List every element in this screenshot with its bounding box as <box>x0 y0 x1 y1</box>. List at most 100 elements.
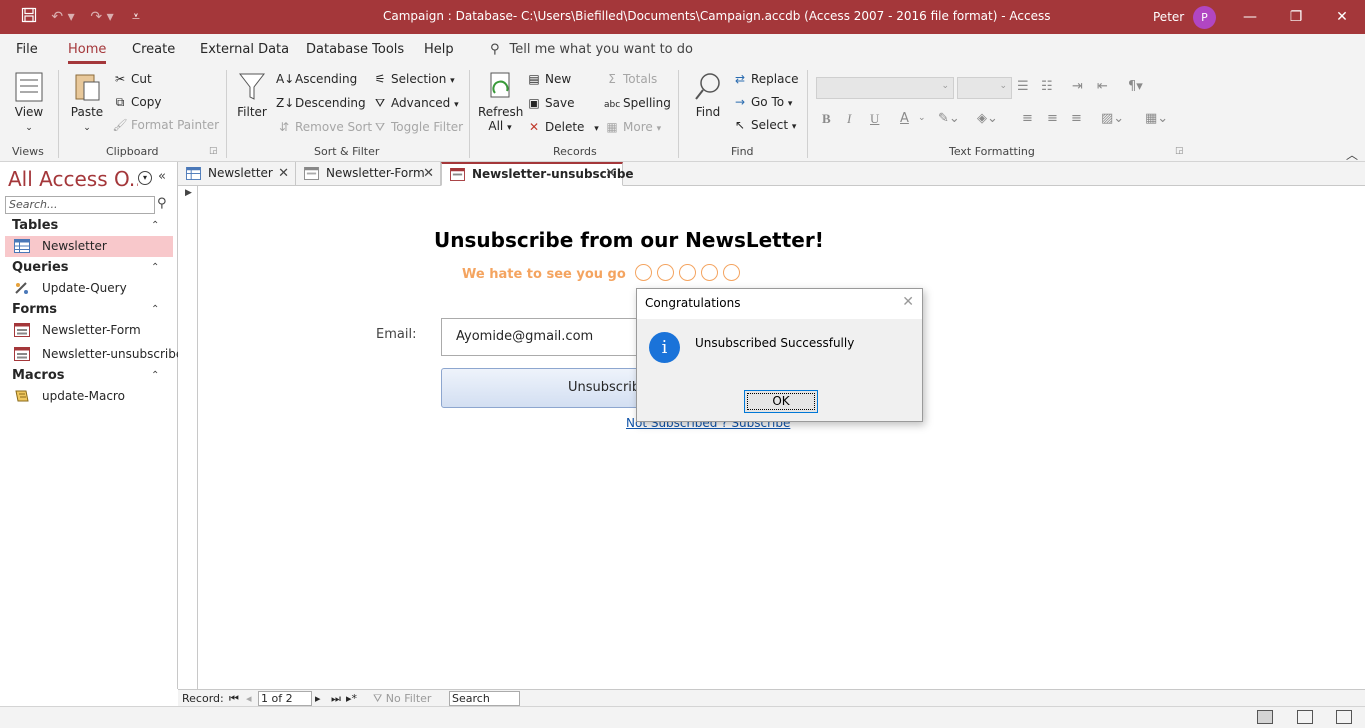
descending-button[interactable]: Z↓Descending <box>276 96 366 110</box>
redo-icon[interactable]: ↷ ▾ <box>86 7 118 27</box>
user-name[interactable]: Peter <box>1153 10 1184 24</box>
minimize-icon[interactable]: — <box>1227 0 1273 34</box>
nav-group-tables[interactable]: Tables <box>12 218 58 233</box>
nav-group-queries[interactable]: Queries <box>12 260 69 275</box>
layout-view-icon[interactable] <box>1297 710 1313 724</box>
paragraph-direction-icon[interactable]: ¶▾ <box>1128 79 1143 94</box>
font-size-combo[interactable]: ⌄ <box>957 77 1012 99</box>
new-record-icon[interactable]: ▸* <box>346 692 357 705</box>
nav-item-update-query[interactable]: Update-Query <box>5 278 173 299</box>
save-record-button[interactable]: ▣ Save <box>526 96 574 110</box>
bold-icon[interactable]: B <box>822 111 831 127</box>
alternate-row-color-icon[interactable]: ▨⌄ <box>1101 111 1124 126</box>
design-view-icon[interactable] <box>1336 710 1352 724</box>
doc-tab-newsletter[interactable]: Newsletter ✕ <box>178 162 296 186</box>
nav-group-macros[interactable]: Macros <box>12 368 65 383</box>
previous-record-icon[interactable]: ◂ <box>246 692 252 705</box>
goto-button[interactable]: → Go To ▾ <box>732 95 792 109</box>
tab-database-tools[interactable]: Database Tools <box>306 42 404 57</box>
record-search-input[interactable]: Search <box>449 691 520 706</box>
dialog-launcher-icon[interactable]: ◲ <box>209 146 218 156</box>
align-right-icon[interactable]: ≡ <box>1071 111 1082 126</box>
nav-item-update-macro[interactable]: update-Macro <box>5 386 173 407</box>
advanced-button[interactable]: ⛛ Advanced ▾ <box>372 96 459 111</box>
no-filter-indicator[interactable]: ⛛ No Filter <box>373 692 431 706</box>
format-painter-button[interactable]: 🖌 Format Painter <box>112 118 219 132</box>
italic-icon[interactable]: I <box>847 111 851 127</box>
refresh-all-button[interactable]: Refresh All ▾ <box>478 71 523 133</box>
tell-me-search[interactable]: ⚲ Tell me what you want to do <box>490 42 693 57</box>
dialog-launcher-icon[interactable]: ◲ <box>1175 146 1184 156</box>
record-position-field[interactable]: 1 of 2 <box>258 691 312 706</box>
close-icon[interactable]: ✕ <box>902 294 914 310</box>
nav-pane-title[interactable]: All Access O... <box>8 167 138 191</box>
save-icon[interactable] <box>18 7 40 27</box>
chevron-down-icon[interactable]: ⌄ <box>918 113 926 123</box>
bullets-icon[interactable]: ☰ <box>1017 79 1029 94</box>
dialog-title-bar[interactable]: Congratulations ✕ <box>637 289 922 319</box>
totals-button[interactable]: Σ Totals <box>604 72 657 86</box>
shutter-bar-icon[interactable]: « <box>158 169 166 184</box>
underline-icon[interactable]: U <box>870 111 879 127</box>
nav-group-forms[interactable]: Forms <box>12 302 57 317</box>
selection-button[interactable]: ⚟ Selection ▾ <box>372 72 455 86</box>
filter-button[interactable]: Filter <box>234 71 270 119</box>
view-button[interactable]: View ⌄ <box>10 71 48 133</box>
close-icon[interactable]: ✕ <box>278 162 289 185</box>
tab-create[interactable]: Create <box>132 42 175 57</box>
collapse-icon[interactable]: ⌃ <box>151 220 159 231</box>
form-view-icon[interactable] <box>1257 710 1273 724</box>
replace-button[interactable]: ⇄ Replace <box>732 72 799 86</box>
tab-home[interactable]: Home <box>68 42 107 64</box>
doc-tab-newsletter-form[interactable]: Newsletter-Form ✕ <box>296 162 441 186</box>
align-left-icon[interactable]: ≡ <box>1022 111 1033 126</box>
doc-tab-newsletter-unsubscribe[interactable]: Newsletter-unsubscribe ✕ <box>441 162 634 186</box>
numbering-icon[interactable]: ☷ <box>1041 79 1053 94</box>
toggle-filter-button[interactable]: ⛛ Toggle Filter <box>372 120 463 135</box>
fill-color-icon[interactable]: ◈⌄ <box>977 111 998 126</box>
tab-file[interactable]: File <box>16 42 38 57</box>
close-icon[interactable]: ✕ <box>423 162 434 185</box>
font-color-icon[interactable]: A <box>900 111 909 126</box>
tab-external-data[interactable]: External Data <box>200 42 289 57</box>
copy-button[interactable]: ⧉ Copy <box>112 95 162 110</box>
select-button[interactable]: ↖ Select ▾ <box>732 118 796 132</box>
gridlines-icon[interactable]: ▦⌄ <box>1145 111 1168 126</box>
avatar[interactable]: P <box>1193 6 1216 29</box>
collapse-icon[interactable]: ⌃ <box>151 304 159 315</box>
collapse-ribbon-icon[interactable]: ︿ <box>1346 146 1358 163</box>
spelling-button[interactable]: abc Spelling <box>604 96 671 110</box>
increase-indent-icon[interactable]: ⇥ <box>1072 79 1083 94</box>
collapse-icon[interactable]: ⌃ <box>151 262 159 273</box>
font-name-combo[interactable]: ⌄ <box>816 77 954 99</box>
undo-icon[interactable]: ↶ ▾ <box>47 7 79 27</box>
customize-icon[interactable]: ⩡ <box>125 7 147 27</box>
nav-item-newsletter-unsubscribe[interactable]: Newsletter-unsubscribe <box>5 344 183 365</box>
collapse-icon[interactable]: ⌃ <box>151 370 159 381</box>
nav-item-newsletter-form[interactable]: Newsletter-Form <box>5 320 173 341</box>
restore-icon[interactable]: ❐ <box>1273 0 1319 34</box>
nav-item-newsletter-table[interactable]: Newsletter <box>5 236 173 257</box>
close-icon[interactable]: ✕ <box>1319 0 1365 34</box>
more-button[interactable]: ▦ More ▾ <box>604 120 661 134</box>
nav-menu-icon[interactable]: ▾ <box>138 171 152 185</box>
align-center-icon[interactable]: ≡ <box>1047 111 1058 126</box>
search-icon[interactable]: ⚲ <box>157 196 167 211</box>
nav-search-input[interactable]: Search... <box>5 196 155 214</box>
highlight-icon[interactable]: ✎⌄ <box>938 111 960 126</box>
last-record-icon[interactable]: ⏭ <box>331 692 341 706</box>
find-button[interactable]: Find <box>690 71 726 119</box>
new-record-button[interactable]: ▤ New <box>526 72 571 86</box>
paste-button[interactable]: Paste ⌄ <box>68 71 106 133</box>
ok-button[interactable]: OK <box>744 390 818 413</box>
tab-help[interactable]: Help <box>424 42 454 57</box>
next-record-icon[interactable]: ▸ <box>315 692 321 705</box>
record-selector[interactable]: ▶ <box>178 186 198 689</box>
first-record-icon[interactable]: ⏮ <box>229 692 239 706</box>
cut-button[interactable]: ✂ Cut <box>112 72 152 86</box>
ascending-button[interactable]: A↓Ascending <box>276 72 357 86</box>
remove-sort-button[interactable]: ⇵ Remove Sort <box>276 120 372 134</box>
decrease-indent-icon[interactable]: ⇤ <box>1097 79 1108 94</box>
delete-record-button[interactable]: ✕ Delete ▾ <box>526 120 599 134</box>
close-icon[interactable]: ✕ <box>605 163 616 184</box>
